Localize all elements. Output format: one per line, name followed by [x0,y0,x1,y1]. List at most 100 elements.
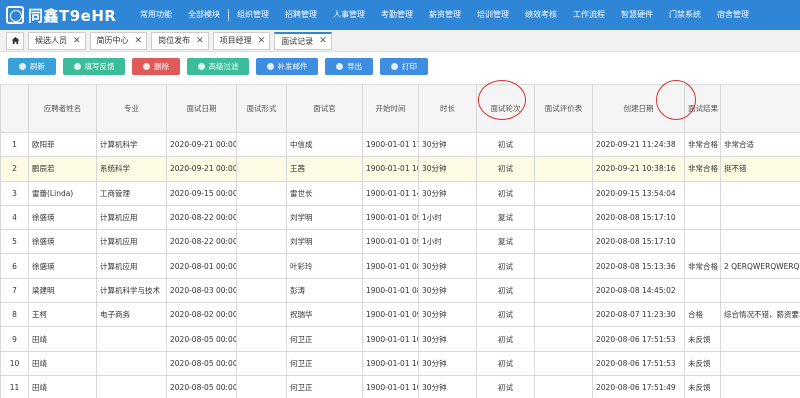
table-cell [96,350,167,376]
close-icon[interactable]: ✕ [319,36,327,46]
close-icon[interactable]: ✕ [73,36,81,46]
table-cell: 初试 [476,277,535,304]
table-cell: 1900-01-01 11 [362,131,419,158]
toolbar: 刷新 填写反馈 删除 高级过滤 补发邮件 导出 打印 [0,55,800,77]
table-cell [236,374,287,398]
table-cell: 1900-01-01 09 [362,302,419,328]
close-icon[interactable]: ✕ [135,36,143,46]
column-header[interactable]: 面试日期 [166,84,237,133]
table-cell: 复试 [476,229,535,255]
column-header[interactable]: 时长 [418,84,477,133]
table-cell: 30分钟 [418,253,477,279]
app-logo[interactable]: 同鑫T9eHR [0,0,132,30]
table-cell: 初试 [476,156,535,182]
close-icon[interactable]: ✕ [196,36,204,46]
resend-mail-button[interactable]: 补发邮件 [256,57,318,75]
close-icon[interactable]: ✕ [258,36,266,46]
table-cell: 中信成 [286,131,363,158]
tab-item[interactable]: 面试记录 ✕ [274,31,332,50]
table-cell: 1900-01-01 10 [362,326,419,352]
advanced-filter-button[interactable]: 高级过滤 [187,57,249,75]
refresh-button[interactable]: 刷新 [8,57,56,75]
table-cell [534,131,593,158]
table-cell [720,374,800,398]
print-icon [391,62,398,70]
table-cell: 9 [0,326,29,352]
table-cell: 6 [0,253,29,279]
table-cell: 2020-08-22 00:00:0 [166,229,237,255]
nav-item[interactable]: 常用功能 [132,0,180,30]
nav-item[interactable]: 薪资管理 [421,0,469,30]
column-header[interactable]: 面试形式 [236,84,287,133]
nav-item[interactable]: 智慧硬件 [613,0,661,30]
tab-item[interactable]: 项目经理 ✕ [212,31,271,50]
column-header[interactable]: 面试轮次 [476,84,535,133]
table-cell: 初试 [476,302,535,328]
nav-item[interactable]: 培训管理 [469,0,517,30]
tab-item[interactable]: 岗位发布 ✕ [151,31,209,50]
table-row[interactable]: 6徐盛瑛计算机应用2020-08-01 00:00:0 叶彩玲1900-01-01… [0,253,800,279]
nav-item[interactable]: 组织管理 [229,0,277,30]
column-header[interactable]: 面试官 [286,84,363,133]
column-header[interactable]: 应聘者姓名 [28,84,97,133]
table-cell [534,180,593,206]
table-row[interactable]: 7梁建明计算机科学与技术2020-08-03 00:00:0 彭涛1900-01-… [0,277,800,304]
table-row[interactable]: 5徐盛瑛计算机应用2020-08-22 00:00:0 刘学明1900-01-01… [0,229,800,255]
print-button[interactable]: 打印 [380,57,428,75]
table-cell: 2020-08-05 00:00:0 [166,326,237,352]
nav-item[interactable]: 考勤管理 [373,0,421,30]
delete-button[interactable]: 删除 [132,57,180,75]
column-header[interactable]: 面试评价表 [534,84,593,133]
table-cell: 30分钟 [418,374,477,398]
table-row[interactable]: 1欧阳菲计算机科学2020-09-21 00:00:0 中信成1900-01-01… [0,131,800,158]
table-row[interactable]: 11田靖 2020-08-05 00:00:0 何卫正1900-01-01 1030… [0,374,800,398]
column-header[interactable]: 创建日期 [592,84,685,133]
column-header[interactable]: 面试结果 [684,84,721,133]
nav-item[interactable]: 工作流程 [565,0,613,30]
filter-icon [197,62,205,70]
table-row[interactable]: 4徐盛瑛计算机应用2020-08-22 00:00:0 刘学明1900-01-01… [0,204,800,231]
table-cell [684,204,721,231]
table-cell: 何卫正 [286,374,363,398]
column-header[interactable]: 专业 [96,84,167,133]
table-cell: 1小时 [418,229,477,255]
table-cell: 30分钟 [418,156,477,182]
table-cell: 30分钟 [418,326,477,352]
tab-item[interactable]: 候选人员 ✕ [28,31,86,50]
table-cell: 合格 [684,302,721,328]
tab-item[interactable]: 简历中心 ✕ [89,31,148,50]
table-cell: 叶彩玲 [286,253,363,279]
table-cell: 祝瑞华 [286,302,363,328]
column-header[interactable] [0,84,29,133]
table-cell: 2020-08-06 17:51:53 [592,326,685,352]
nav-item[interactable]: 招聘管理 [277,0,325,30]
table-cell: 欧阳菲 [28,131,97,158]
nav-item[interactable]: 宿舍管理 [709,0,757,30]
column-header[interactable] [720,84,800,133]
nav-item[interactable]: 门禁系统 [661,0,709,30]
table-cell: 1900-01-01 08 [362,277,419,304]
nav-item[interactable]: 绩效考核 [517,0,565,30]
table-cell: 2020-08-03 00:00:0 [166,277,237,304]
table-cell: 2020-08-22 00:00:0 [166,204,237,231]
table-cell [236,180,287,206]
table-row[interactable]: 8王柯电子商务2020-08-02 00:00:0 祝瑞华1900-01-01 0… [0,302,800,328]
table-cell: 未反馈 [684,374,721,398]
table-cell: 电子商务 [96,302,167,328]
table-cell: 1900-01-01 10 [362,350,419,376]
column-header[interactable]: 开始时间 [362,84,419,133]
table-cell [96,326,167,352]
home-tab[interactable] [6,31,24,50]
table-row[interactable]: 3雷蕾(Linda)工商管理2020-09-15 00:00:0 雷世长1900-… [0,180,800,206]
table-cell: 梁建明 [28,277,97,304]
export-button[interactable]: 导出 [325,57,373,75]
fill-feedback-button[interactable]: 填写反馈 [63,57,125,75]
nav-item[interactable]: 人事管理 [325,0,373,30]
nav-item[interactable]: 全部模块 [180,0,228,30]
table-cell [684,229,721,255]
table-row[interactable]: 9田靖 2020-08-05 00:00:0 何卫正1900-01-01 1030分… [0,326,800,352]
table-row[interactable]: 10田靖 2020-08-05 00:00:0 何卫正1900-01-01 1030… [0,350,800,376]
table-row[interactable]: 2鹏辰若系统科学2020-09-21 00:00:0 王茜1900-01-01 1… [0,156,800,182]
table-cell: 2020-08-02 00:00:0 [166,302,237,328]
table-cell: 初试 [476,180,535,206]
